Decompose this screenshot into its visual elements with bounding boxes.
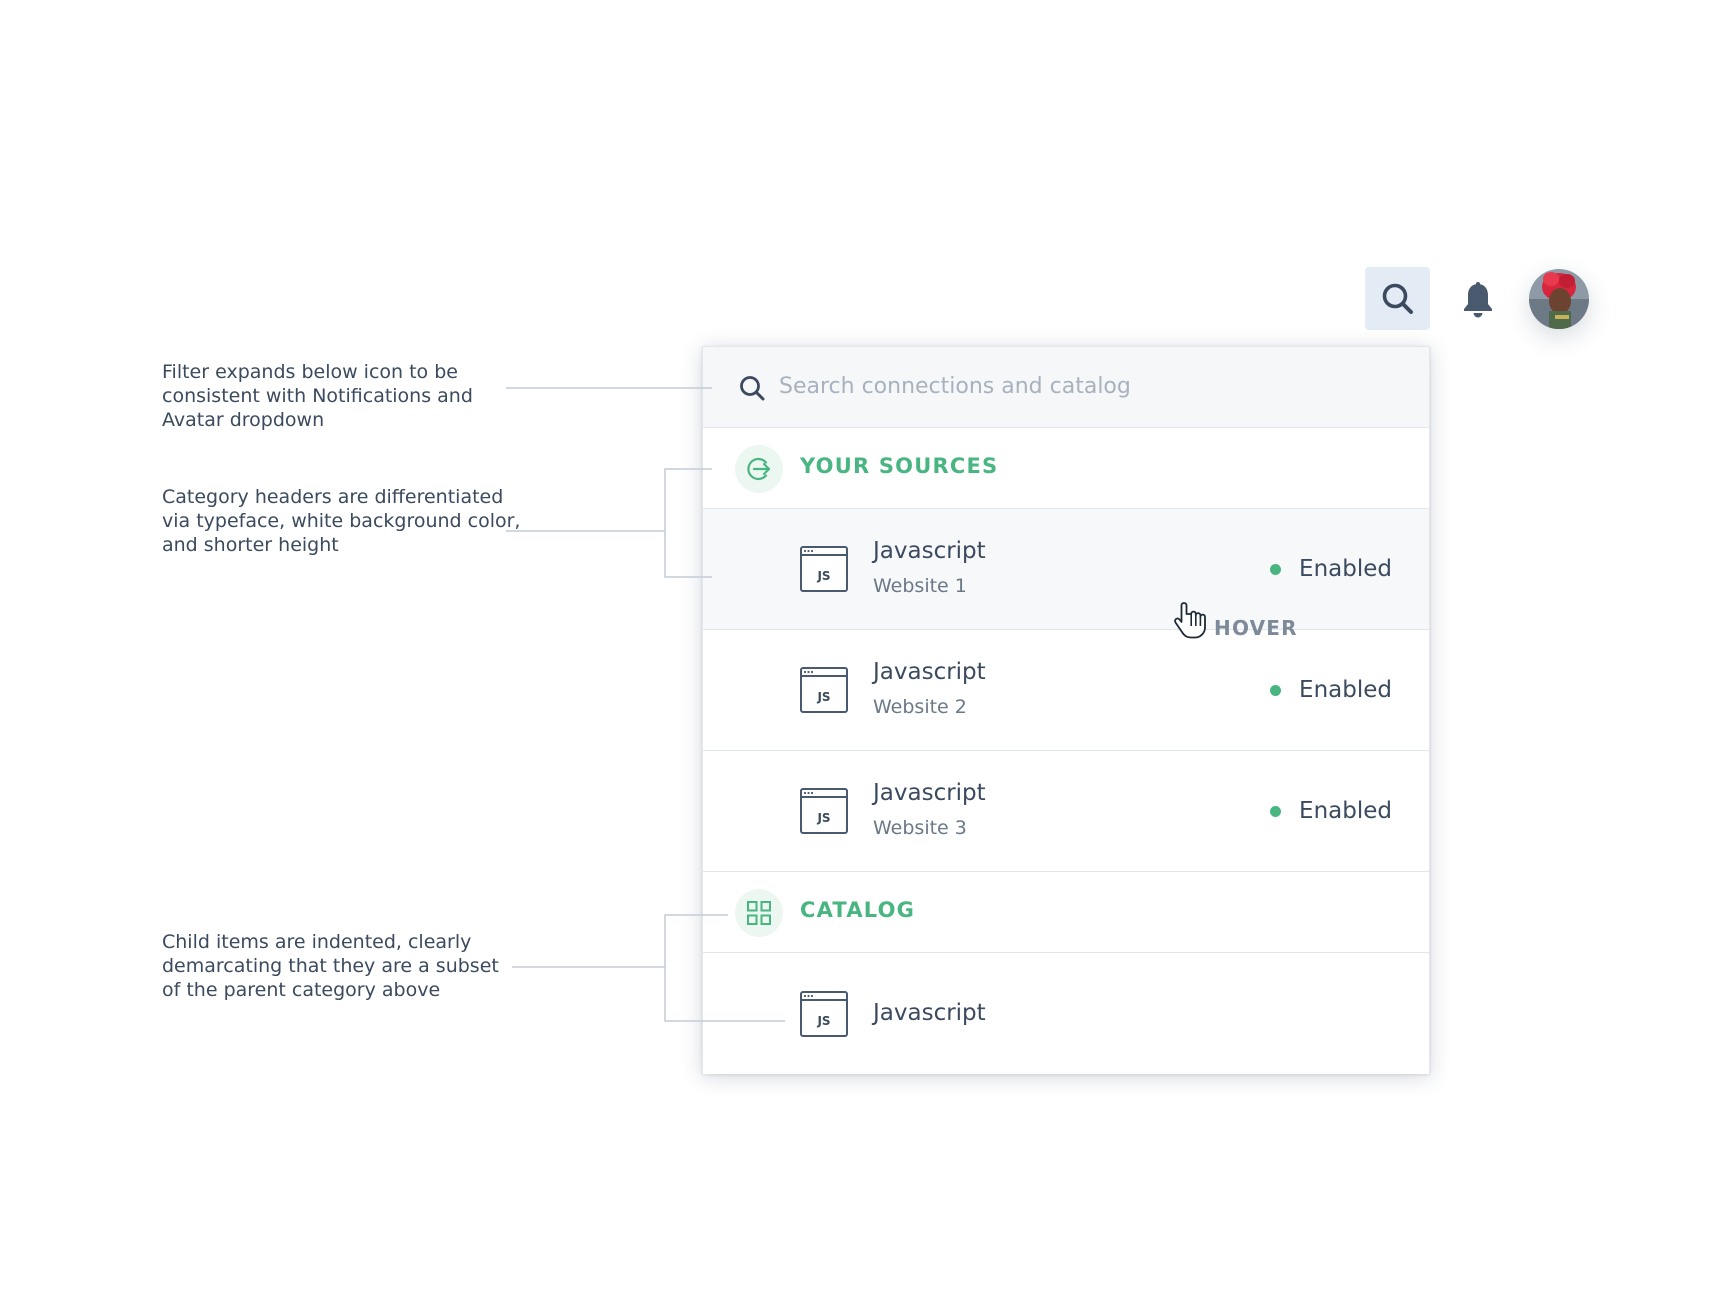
status-dot [1270,563,1282,575]
js-icon: JS [800,667,848,713]
search-icon [740,376,765,401]
item-subtitle: Website 1 [873,575,967,597]
search-field-row [703,347,1429,428]
item-name: Javascript [873,1000,986,1026]
search-dropdown: YOUR SOURCES JS Javascript Website 1 Ena… [702,346,1430,1074]
category-header-your-sources: YOUR SOURCES [703,428,1429,509]
sign-out-circle-icon [735,445,783,493]
source-item-website-3[interactable]: JS Javascript Website 3 Enabled [703,751,1429,872]
svg-text:JS: JS [816,1014,830,1028]
js-icon: JS [800,546,848,592]
avatar[interactable] [1529,269,1589,329]
annotation-filter: Filter expands below icon to be consiste… [162,361,473,431]
category-label: YOUR SOURCES [800,454,999,478]
grid-icon [735,889,783,937]
item-name: Javascript [873,538,986,564]
annotation-child-items: Child items are indented, clearly demarc… [162,931,499,1001]
svg-text:JS: JS [816,690,830,704]
js-icon: JS [800,991,848,1037]
item-subtitle: Website 3 [873,817,967,839]
item-name: Javascript [873,780,986,806]
status-badge: Enabled [1270,556,1392,582]
hand-cursor-icon [1174,602,1206,639]
search-icon [1382,283,1413,314]
status-dot [1270,805,1282,817]
avatar-image [1529,269,1589,329]
status-text: Enabled [1299,798,1392,824]
status-badge: Enabled [1270,677,1392,703]
category-header-catalog: CATALOG [703,872,1429,953]
js-icon: JS [800,788,848,834]
status-dot [1270,684,1282,696]
search-button[interactable] [1365,267,1430,330]
hover-annotation-label: HOVER [1214,616,1298,640]
catalog-item-javascript[interactable]: JS Javascript [703,953,1429,1074]
notifications-button[interactable] [1458,278,1498,322]
svg-text:JS: JS [816,569,830,583]
status-text: Enabled [1299,677,1392,703]
search-input[interactable] [779,366,1379,406]
source-item-website-2[interactable]: JS Javascript Website 2 Enabled [703,630,1429,751]
item-subtitle: Website 2 [873,696,967,718]
status-badge: Enabled [1270,798,1392,824]
svg-text:JS: JS [816,811,830,825]
category-label: CATALOG [800,898,916,922]
bell-icon [1464,282,1492,318]
source-item-website-1[interactable]: JS Javascript Website 1 Enabled [703,509,1429,630]
annotation-category-headers: Category headers are differentiated via … [162,486,521,556]
item-name: Javascript [873,659,986,685]
status-text: Enabled [1299,556,1392,582]
